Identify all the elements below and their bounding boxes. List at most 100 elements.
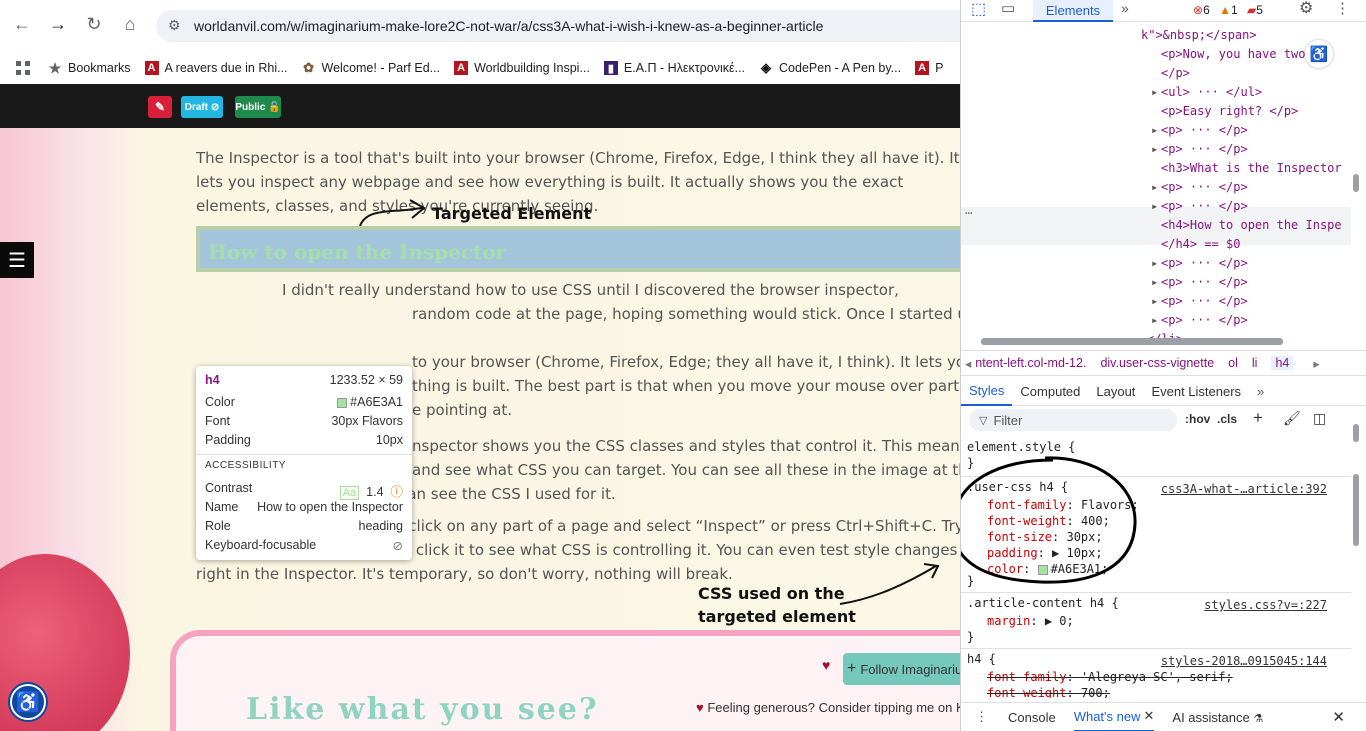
breadcrumb-item[interactable]: h4 (1271, 356, 1294, 370)
dom-node-line[interactable]: <h3>What is the Inspector (1161, 159, 1342, 178)
worldanvil-icon: A (454, 61, 469, 75)
hov-toggle[interactable]: :hov (1185, 412, 1210, 426)
browser-toolbar: ← → ↻ ⌂ ⚙ worldanvil.com/w/imaginarium-m… (0, 0, 976, 52)
bookmark-item[interactable]: ▮ Ε.Α.Π - Ηλεκτρονικέ... (603, 61, 745, 75)
forward-arrow-icon[interactable]: → (46, 12, 70, 36)
table-of-contents-icon[interactable]: ☰ (0, 242, 34, 278)
expand-arrow-icon[interactable]: ▸ (1151, 178, 1158, 197)
expand-arrow-icon[interactable]: ▸ (1151, 311, 1158, 330)
bookmark-item[interactable]: A Worldbuilding Inspi... (454, 61, 590, 75)
tab-ai-assistance[interactable]: AI assistance ⚗ (1172, 710, 1263, 725)
devtools-tabbar: ⬚ ▭ Elements » ⊗6 ▲1 ▰5 ⚙ ⋮ (961, 0, 1366, 22)
new-rule-plus-icon[interactable]: + (1253, 408, 1263, 428)
bookmarks-bar: ★ Bookmarks AA reavers due in Rhi... ✿ Wel… (0, 52, 960, 84)
issue-counters[interactable]: ⊗6 ▲1 ▰5 (1193, 3, 1263, 17)
targeted-heading: How to open the Inspector (208, 240, 507, 264)
dom-node-line[interactable]: ▸ <p> ··· </p> (1151, 140, 1248, 159)
home-icon[interactable]: ⌂ (118, 12, 142, 36)
paragraph-3-line-2: thing is built. The best part is that wh… (412, 377, 960, 395)
edit-pencil-icon[interactable]: ✎ (148, 96, 172, 118)
cls-toggle[interactable]: .cls (1217, 412, 1237, 426)
dom-node-line[interactable]: <p>Now, you have two ti (1161, 45, 1327, 64)
article-source-link[interactable]: styles.css?v=:227 (1204, 596, 1327, 614)
public-button[interactable]: Public 🔓 (235, 96, 281, 118)
dom-node-line[interactable]: ▸ <ul> ··· </ul> (1151, 83, 1262, 102)
tooltip-tag: h4 (205, 373, 220, 387)
tab-styles[interactable]: Styles (961, 378, 1013, 406)
accessibility-icon[interactable]: ♿ (10, 684, 46, 720)
close-drawer-icon[interactable]: ✕ (1332, 708, 1345, 726)
breadcrumb-item[interactable]: li (1252, 356, 1258, 370)
dom-node-line[interactable]: ▸ <p> ··· </p> (1151, 292, 1248, 311)
expand-arrow-icon[interactable]: ▸ (1151, 140, 1158, 159)
dom-node-line[interactable]: <h4>How to open the Inspe (1161, 216, 1342, 235)
expand-arrow-icon[interactable]: ▸ (1151, 121, 1158, 140)
toggle-sidebar-icon[interactable]: ◫ (1313, 410, 1326, 427)
more-subtabs-icon[interactable]: » (1249, 378, 1272, 406)
node-actions-icon[interactable]: ⋯ (965, 204, 972, 223)
dom-node-line[interactable]: <p>Easy right? </p> (1161, 102, 1298, 121)
expand-arrow-icon[interactable]: ▸ (1151, 273, 1158, 292)
bookmark-item[interactable]: AP (915, 61, 943, 75)
follow-button[interactable]: +Follow Imaginarium (843, 653, 960, 685)
more-tabs-icon[interactable]: » (1121, 0, 1129, 16)
paragraph-3-line-1: to your browser (Chrome, Firefox, Edge; … (412, 353, 960, 371)
apps-grid-icon[interactable] (16, 61, 30, 75)
bookmark-item[interactable]: ★ Bookmarks (48, 60, 131, 76)
expand-arrow-icon[interactable]: ▸ (1151, 292, 1158, 311)
dom-node-line[interactable]: ▸ <p> ··· </p> (1151, 197, 1248, 216)
dom-node-line[interactable]: ▸ <p> ··· </p> (1151, 311, 1248, 330)
close-icon[interactable]: ✕ (1144, 708, 1155, 724)
drawer-menu-icon[interactable]: ⋮ (975, 709, 988, 725)
dom-hscrollbar[interactable] (981, 338, 1283, 345)
chevron-left-icon[interactable]: ◂ (965, 356, 971, 371)
tab-console[interactable]: Console (1008, 710, 1056, 725)
styles-filter-row: ▽ Filter :hov .cls + 🖌 ◫ (961, 408, 1366, 434)
settings-gear-icon[interactable]: ⚙ (1299, 0, 1313, 18)
filter-input[interactable]: ▽ Filter (969, 409, 1177, 431)
bookmark-item[interactable]: AA reavers due in Rhi... (144, 61, 288, 75)
tab-event-listeners[interactable]: Event Listeners (1143, 378, 1249, 406)
user-css-source-link[interactable]: css3A-what-…article:392 (1161, 480, 1327, 498)
site-info-icon[interactable]: ⚙ (168, 17, 181, 34)
bookmark-item[interactable]: ✿ Welcome! - Parf Ed... (302, 60, 440, 75)
tab-layout[interactable]: Layout (1088, 378, 1143, 406)
accessibility-person-icon[interactable]: ♿ (1305, 40, 1333, 68)
bookmark-item[interactable]: ◈ CodePen - A Pen by... (759, 60, 901, 75)
dom-node-line[interactable]: ▸ <p> ··· </p> (1151, 178, 1248, 197)
dom-scrollbar[interactable] (1353, 174, 1359, 192)
chevron-right-icon[interactable]: ▸ (1313, 356, 1319, 371)
styles-scrollbar[interactable] (1353, 424, 1359, 442)
paragraph-2-line-2: random code at the page, hoping somethin… (412, 305, 960, 323)
breadcrumb-item[interactable]: div.user-css-vignette (1100, 356, 1214, 370)
styles-scrollbar-thumb[interactable] (1353, 474, 1359, 546)
address-bar[interactable]: ⚙ worldanvil.com/w/imaginarium-make-lore… (156, 10, 976, 42)
tab-computed[interactable]: Computed (1012, 378, 1088, 406)
paint-brush-icon[interactable]: 🖌 (1283, 410, 1301, 427)
expand-arrow-icon[interactable]: ▸ (1151, 83, 1158, 102)
back-arrow-icon[interactable]: ← (10, 12, 34, 36)
reload-icon[interactable]: ↻ (82, 12, 106, 36)
dom-node-line[interactable]: </li> (1147, 330, 1183, 338)
tab-elements[interactable]: Elements (1033, 0, 1113, 22)
breadcrumb-item[interactable]: ntent-left.col-md-12. (975, 356, 1086, 370)
kebab-menu-icon[interactable]: ⋮ (1335, 0, 1350, 17)
article-content-h4-selector[interactable]: .article-content h4 { (967, 594, 1119, 612)
dom-node-line[interactable]: </p> (1161, 64, 1190, 83)
dom-node-line[interactable]: ▸ <p> ··· </p> (1151, 273, 1248, 292)
expand-arrow-icon[interactable]: ▸ (1151, 197, 1158, 216)
h4-selector[interactable]: h4 { (967, 650, 996, 668)
styles-subtabs: Styles Computed Layout Event Listeners » (961, 378, 1366, 406)
targeted-h4-highlight[interactable]: How to open the Inspector (196, 226, 960, 272)
annotation-arrow-bottom (839, 563, 940, 605)
expand-arrow-icon[interactable]: ▸ (1151, 254, 1158, 273)
tab-whats-new[interactable]: What's new ✕ (1073, 703, 1155, 731)
device-toolbar-icon[interactable]: ▭ (1001, 0, 1015, 17)
dom-node-line[interactable]: ▸ <p> ··· </p> (1151, 254, 1248, 273)
dom-node-line[interactable]: ▸ <p> ··· </p> (1151, 121, 1248, 140)
draft-button[interactable]: Draft ⊘ (181, 96, 223, 118)
dom-node-line[interactable]: k">&nbsp;</span> (1141, 26, 1257, 45)
breadcrumb-item[interactable]: ol (1228, 356, 1238, 370)
inspect-element-icon[interactable]: ⬚ (971, 0, 986, 19)
dom-node-line[interactable]: </h4> == $0 (1161, 235, 1240, 254)
